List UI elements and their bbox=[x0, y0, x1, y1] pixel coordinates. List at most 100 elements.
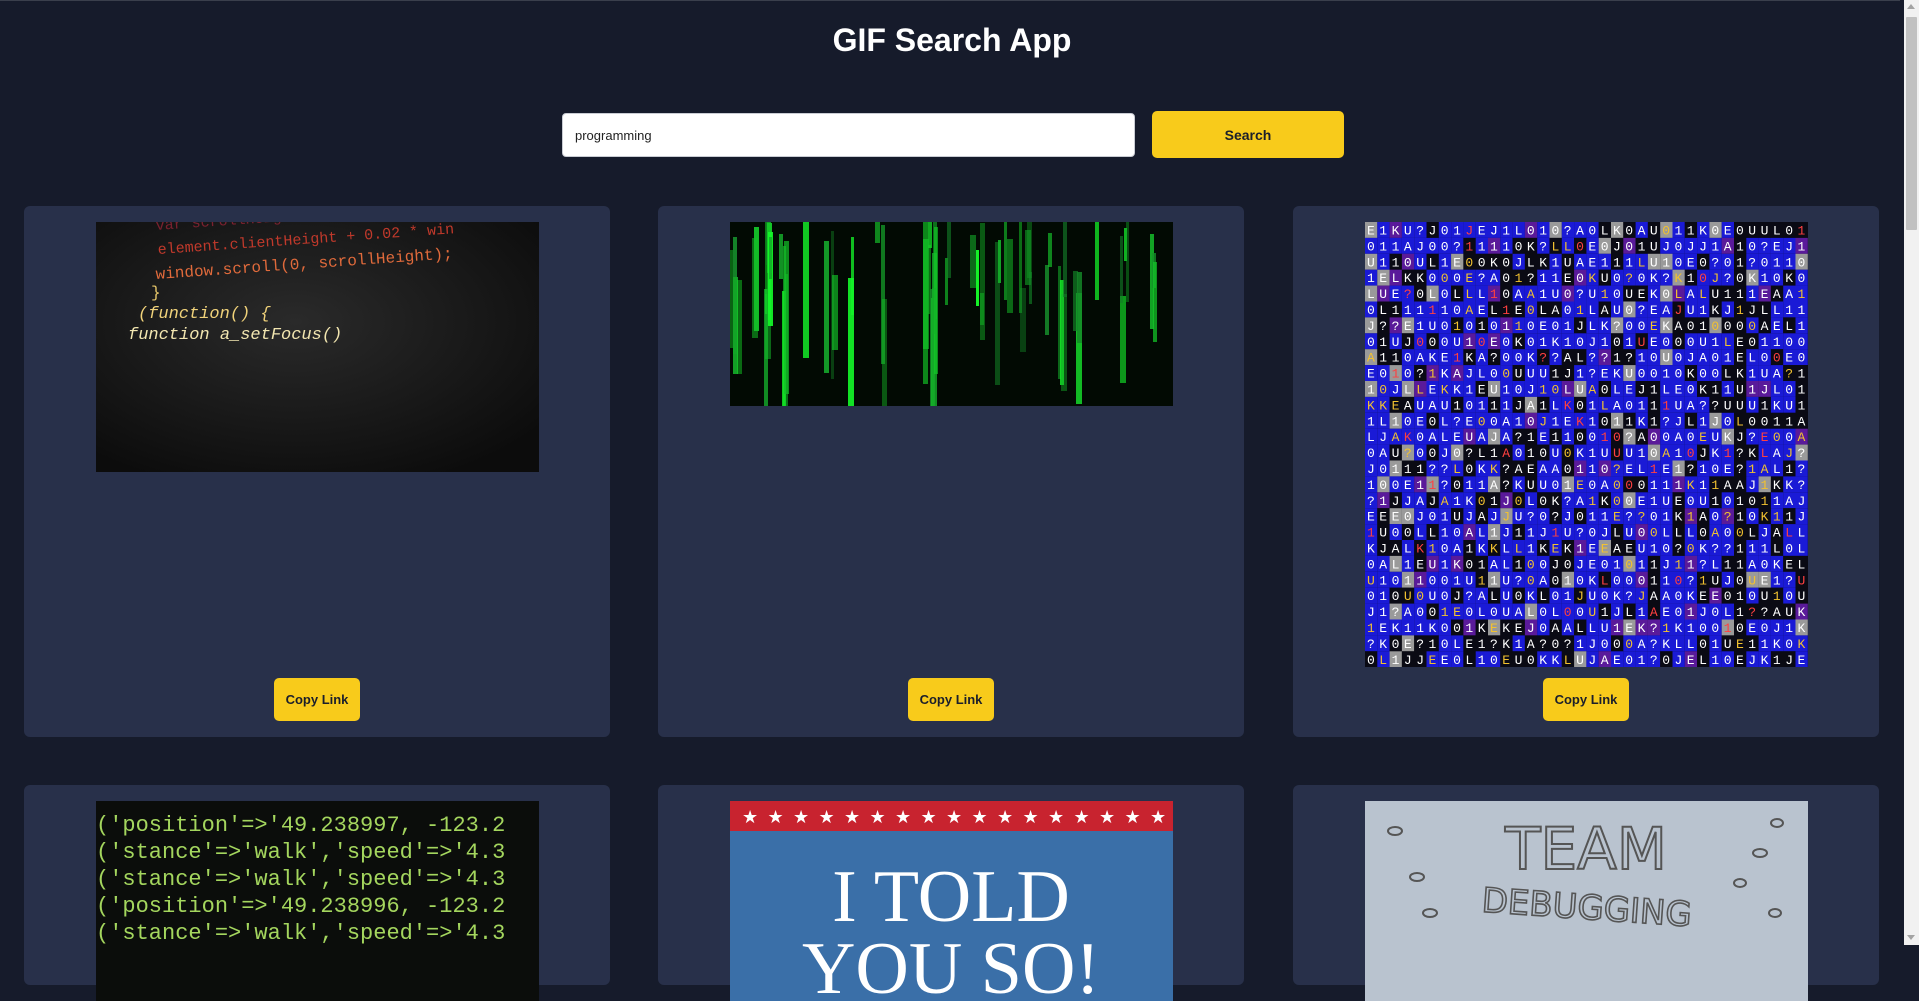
binary-char: K bbox=[1379, 637, 1387, 652]
binary-char: 0 bbox=[1662, 430, 1670, 445]
binary-char: 0 bbox=[1564, 605, 1572, 620]
binary-char: A bbox=[1638, 637, 1646, 652]
binary-char: K bbox=[1453, 557, 1461, 572]
binary-char: A bbox=[1502, 446, 1510, 461]
binary-char: 1 bbox=[1601, 605, 1609, 620]
gif-image-code-snippet[interactable]: var scrollHeight element.clientHeight + … bbox=[96, 222, 539, 472]
search-button[interactable]: Search bbox=[1152, 111, 1344, 158]
gif-image-binary[interactable]: E 1 K U? J 0 1 J E J 1 L 0 1 0? A 0 L K 0 A U 0 1 1 K 0 E 0 U U L 0 1 0 1 1 A… bbox=[1365, 222, 1808, 667]
matrix-streak bbox=[980, 293, 984, 325]
binary-char: J bbox=[1798, 494, 1806, 509]
copy-link-button[interactable]: Copy Link bbox=[274, 678, 360, 721]
binary-char: J bbox=[1662, 557, 1670, 572]
binary-char: K bbox=[1478, 621, 1486, 636]
binary-char: E bbox=[1441, 653, 1449, 667]
binary-char: K bbox=[1527, 239, 1535, 254]
binary-char: K bbox=[1699, 383, 1707, 398]
gif-image-team-debugging[interactable]: TEAM DEBUGGING bbox=[1365, 801, 1808, 1001]
matrix-streak bbox=[976, 250, 979, 306]
gif-image-matrix[interactable] bbox=[730, 222, 1173, 406]
binary-char: 0 bbox=[1576, 430, 1584, 445]
binary-char: 0 bbox=[1638, 526, 1646, 541]
binary-char: E bbox=[1638, 494, 1646, 509]
binary-char: 0 bbox=[1367, 303, 1375, 318]
binary-char: E bbox=[1601, 367, 1609, 382]
binary-char: K bbox=[1539, 255, 1547, 270]
matrix-streak bbox=[875, 222, 880, 243]
star-icon: ★ bbox=[895, 807, 911, 828]
binary-char: 0 bbox=[1675, 351, 1683, 366]
binary-char: U bbox=[1625, 287, 1633, 302]
binary-char: 0 bbox=[1490, 653, 1498, 667]
binary-char: K bbox=[1613, 224, 1621, 239]
scrollbar-thumb[interactable] bbox=[1906, 17, 1917, 230]
binary-char: 0 bbox=[1539, 621, 1547, 636]
binary-char: 0 bbox=[1601, 462, 1609, 477]
binary-char: J bbox=[1539, 414, 1547, 429]
binary-char: 0 bbox=[1699, 637, 1707, 652]
binary-char: 1 bbox=[1429, 542, 1437, 557]
binary-char: L bbox=[1773, 542, 1781, 557]
binary-char: 1 bbox=[1785, 462, 1793, 477]
binary-char: L bbox=[1441, 430, 1449, 445]
copy-link-button[interactable]: Copy Link bbox=[908, 678, 994, 721]
scroll-down-arrow-icon[interactable] bbox=[1907, 935, 1915, 940]
matrix-streak bbox=[754, 227, 759, 331]
binary-char: 0 bbox=[1724, 319, 1732, 334]
matrix-streak bbox=[1063, 222, 1067, 297]
binary-char: E bbox=[1539, 319, 1547, 334]
binary-char: A bbox=[1773, 446, 1781, 461]
binary-char: A bbox=[1515, 462, 1523, 477]
binary-char: 0 bbox=[1416, 605, 1424, 620]
binary-char: ? bbox=[1465, 446, 1473, 461]
binary-char: E bbox=[1478, 303, 1486, 318]
binary-char: 0 bbox=[1478, 494, 1486, 509]
binary-char: E bbox=[1502, 653, 1510, 667]
binary-char: 1 bbox=[1478, 398, 1486, 413]
binary-char: L bbox=[1453, 637, 1461, 652]
binary-char: 1 bbox=[1490, 239, 1498, 254]
binary-char: U bbox=[1515, 367, 1523, 382]
binary-char: ? bbox=[1699, 398, 1707, 413]
binary-char: K bbox=[1367, 542, 1375, 557]
binary-char: J bbox=[1404, 653, 1412, 667]
binary-char: J bbox=[1613, 239, 1621, 254]
binary-char: E bbox=[1404, 637, 1412, 652]
binary-char: U bbox=[1748, 224, 1756, 239]
code-line: } bbox=[151, 284, 161, 302]
binary-char: ? bbox=[1453, 239, 1461, 254]
binary-char: L bbox=[1576, 621, 1584, 636]
scroll-up-arrow-icon[interactable] bbox=[1907, 4, 1915, 9]
search-input[interactable] bbox=[562, 113, 1135, 157]
binary-char: J bbox=[1699, 446, 1707, 461]
binary-char: 1 bbox=[1687, 224, 1695, 239]
binary-char: 0 bbox=[1404, 510, 1412, 525]
binary-char: 1 bbox=[1675, 224, 1683, 239]
binary-char: E bbox=[1687, 653, 1695, 667]
binary-char: U bbox=[1613, 446, 1621, 461]
gif-image-i-told-you-so[interactable]: I TOLD YOU SO! ★ ★ ★ ★ ★ ★ ★ ★ ★ ★ ★ ★ ★ ★ ★ ★ ★ bbox=[730, 801, 1173, 1001]
binary-char: ? bbox=[1490, 637, 1498, 652]
binary-char: 0 bbox=[1724, 589, 1732, 604]
binary-char: A bbox=[1576, 255, 1584, 270]
gif-image-console-log[interactable]: ('position'=>'49.238997, -123.2 ('stance… bbox=[96, 801, 539, 1001]
binary-char: 1 bbox=[1625, 335, 1633, 350]
binary-char: 1 bbox=[1724, 621, 1732, 636]
binary-char: 0 bbox=[1416, 335, 1424, 350]
binary-char: 0 bbox=[1785, 430, 1793, 445]
matrix-streak bbox=[1073, 271, 1078, 331]
binary-char: 1 bbox=[1724, 287, 1732, 302]
binary-char: E bbox=[1761, 573, 1769, 588]
binary-char: 0 bbox=[1552, 478, 1560, 493]
binary-char: 0 bbox=[1576, 239, 1584, 254]
binary-char: J bbox=[1576, 589, 1584, 604]
copy-link-button[interactable]: Copy Link bbox=[1543, 678, 1629, 721]
binary-char: 0 bbox=[1662, 335, 1670, 350]
binary-char: J bbox=[1761, 526, 1769, 541]
binary-char: A bbox=[1675, 430, 1683, 445]
binary-char: L bbox=[1724, 367, 1732, 382]
binary-char: 0 bbox=[1576, 605, 1584, 620]
binary-char: 1 bbox=[1379, 605, 1387, 620]
matrix-streak bbox=[932, 288, 936, 334]
binary-char: A bbox=[1465, 526, 1473, 541]
